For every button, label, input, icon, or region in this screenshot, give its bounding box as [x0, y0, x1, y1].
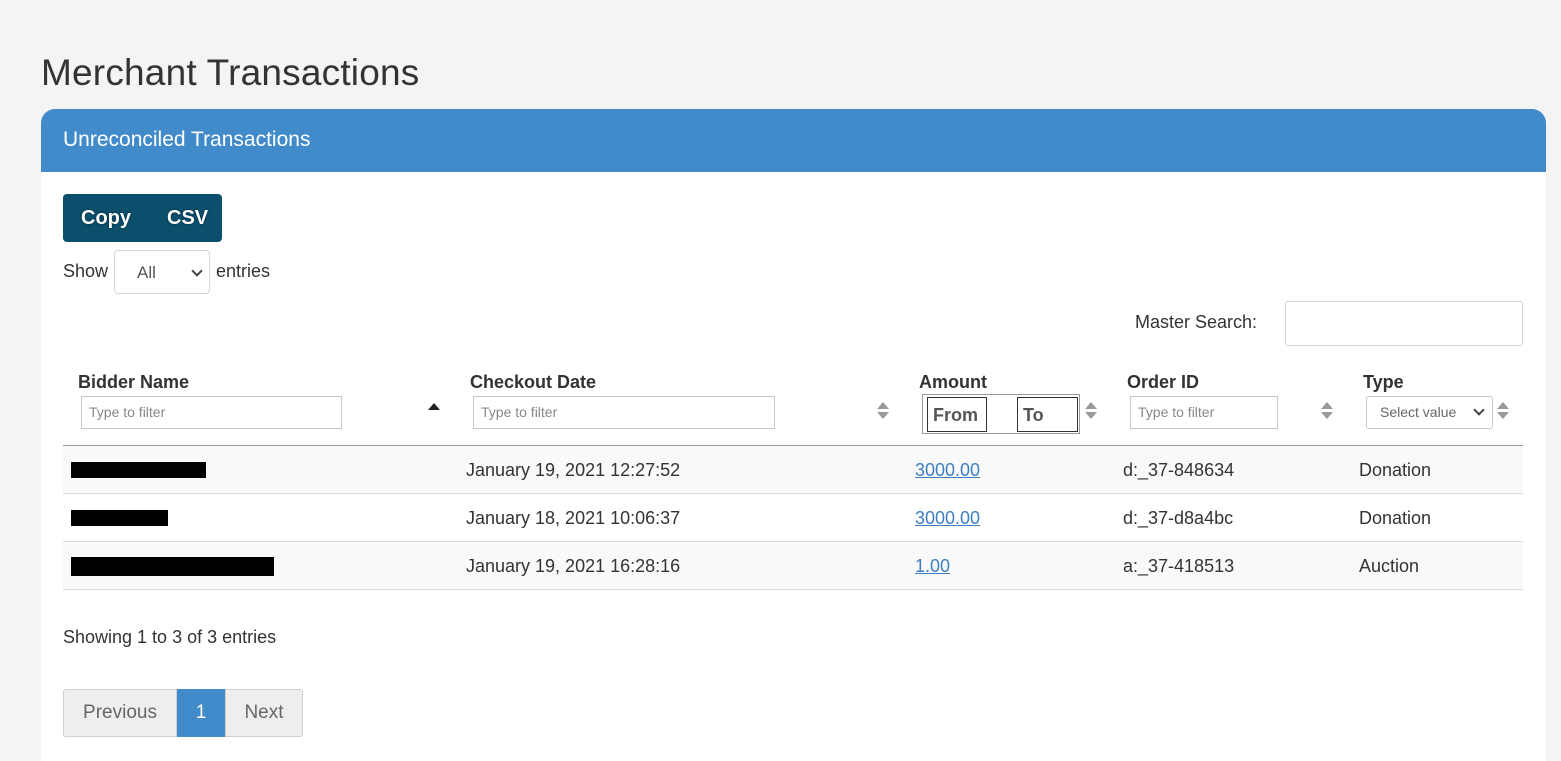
checkout-date-cell: January 19, 2021 16:28:16	[466, 556, 681, 576]
table-row: January 19, 2021 16:28:16 1.00 a:_37-418…	[63, 542, 1523, 590]
amount-from-input[interactable]: From	[927, 397, 987, 432]
sort-icon[interactable]	[877, 402, 889, 420]
sort-icon[interactable]	[1085, 402, 1097, 420]
copy-button[interactable]: Copy	[81, 207, 131, 230]
column-header-type[interactable]: Type	[1363, 372, 1404, 393]
type-select-placeholder: Select value	[1380, 404, 1457, 420]
amount-range-filter: From To	[922, 394, 1080, 434]
bidder-name-filter-input[interactable]: Type to filter	[81, 396, 342, 429]
table-header: Bidder Name Type to filter Checkout Date…	[63, 359, 1523, 446]
sort-icon[interactable]	[1497, 402, 1509, 420]
order-id-cell: d:_37-d8a4bc	[1123, 508, 1234, 528]
amount-cell: 3000.00	[915, 508, 980, 529]
redacted-bidder-name	[71, 557, 274, 576]
column-header-order-id[interactable]: Order ID	[1127, 372, 1199, 393]
column-header-checkout-date[interactable]: Checkout Date	[470, 372, 596, 393]
redacted-bidder-name	[71, 510, 168, 526]
card-header: Unreconciled Transactions	[41, 109, 1546, 172]
table-row: January 18, 2021 10:06:37 3000.00 d:_37-…	[63, 494, 1523, 542]
transactions-card: Unreconciled Transactions Copy CSV Show …	[41, 109, 1546, 761]
type-cell: Donation	[1359, 508, 1432, 528]
amount-cell: 1.00	[915, 556, 950, 577]
redacted-bidder-name	[71, 462, 206, 478]
chevron-down-icon	[191, 264, 203, 277]
entries-select-value: All	[137, 262, 156, 282]
show-label: Show	[63, 261, 109, 281]
column-header-bidder-name[interactable]: Bidder Name	[78, 372, 189, 393]
checkout-date-cell: January 19, 2021 12:27:52	[466, 460, 681, 480]
next-page-button[interactable]: Next	[225, 689, 303, 737]
page-title: Merchant Transactions	[41, 52, 420, 93]
csv-button[interactable]: CSV	[167, 207, 208, 230]
checkout-date-cell: January 18, 2021 10:06:37	[466, 508, 681, 528]
checkout-date-filter-input[interactable]: Type to filter	[473, 396, 775, 429]
type-filter-select[interactable]: Select value	[1366, 396, 1493, 429]
length-control: Show All entries	[63, 249, 270, 294]
table-info: Showing 1 to 3 of 3 entries	[63, 627, 277, 647]
amount-cell: 3000.00	[915, 460, 980, 481]
type-cell: Auction	[1359, 556, 1420, 576]
master-search-input[interactable]	[1285, 301, 1523, 346]
table-row: January 19, 2021 12:27:52 3000.00 d:_37-…	[63, 446, 1523, 494]
sort-ascending-icon[interactable]	[428, 403, 440, 410]
sort-icon[interactable]	[1321, 402, 1333, 420]
amount-link[interactable]: 1.00	[915, 556, 950, 576]
entries-select[interactable]: All	[114, 249, 211, 294]
pagination: Previous 1 Next	[63, 689, 303, 737]
previous-page-button[interactable]: Previous	[63, 689, 177, 737]
amount-link[interactable]: 3000.00	[915, 508, 980, 528]
export-button-group: Copy CSV	[63, 194, 222, 242]
page-1-button[interactable]: 1	[177, 689, 225, 737]
type-cell: Donation	[1359, 460, 1432, 480]
order-id-cell: d:_37-848634	[1123, 460, 1235, 480]
transactions-table: Bidder Name Type to filter Checkout Date…	[63, 359, 1523, 590]
entries-label: entries	[216, 261, 271, 281]
column-header-amount[interactable]: Amount	[919, 372, 987, 393]
order-id-filter-input[interactable]: Type to filter	[1130, 396, 1278, 429]
order-id-cell: a:_37-418513	[1123, 556, 1235, 576]
amount-to-input[interactable]: To	[1017, 397, 1078, 432]
master-search-label: Master Search:	[1135, 312, 1258, 332]
chevron-down-icon	[1473, 404, 1485, 416]
amount-link[interactable]: 3000.00	[915, 460, 980, 480]
